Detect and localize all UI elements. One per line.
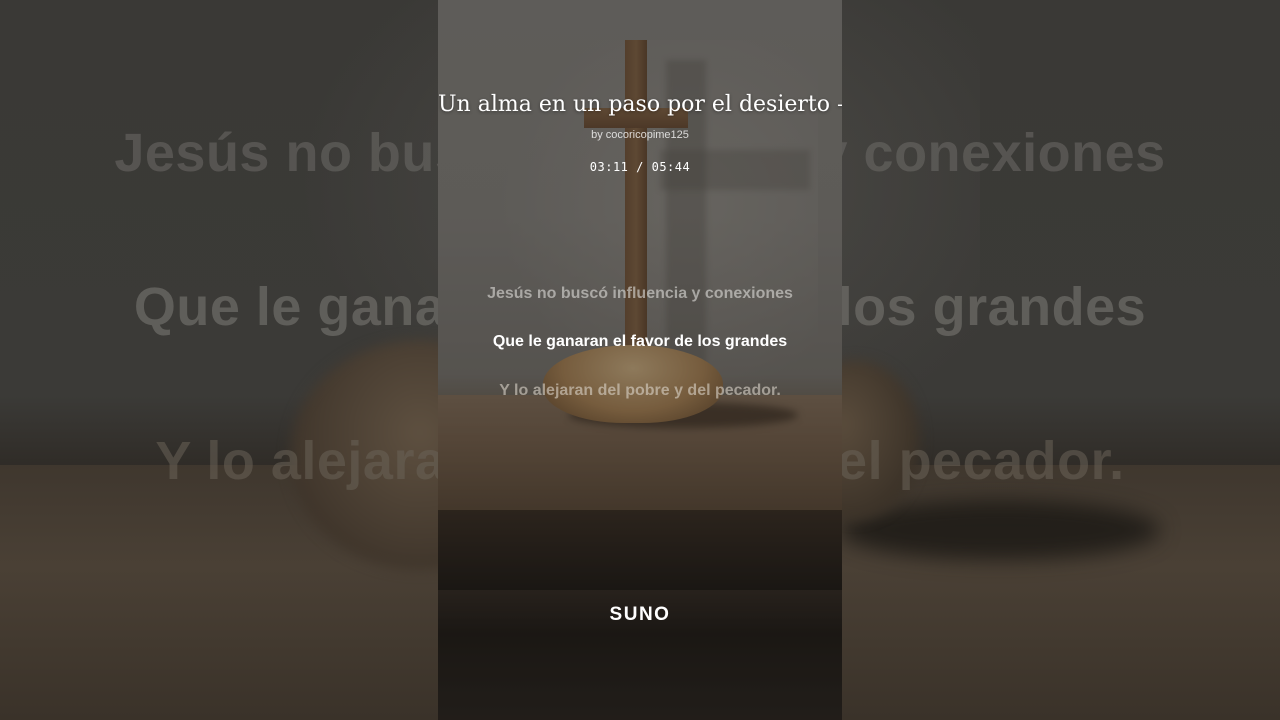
total-time: 05:44 (651, 160, 691, 174)
lyric-previous: Jesús no buscó influencia y conexiones (487, 285, 793, 302)
background-shadow (840, 500, 1160, 560)
time-separator: / (636, 160, 644, 174)
song-title: Un alma en un paso por el desierto – Pad… (438, 92, 842, 117)
suno-logo[interactable]: SUNO (438, 604, 842, 626)
lyric-next: Y lo alejaran del pobre y del pecador. (499, 382, 781, 399)
artist-byline[interactable]: by cocoricopime125 (438, 129, 842, 141)
playback-time: 03:11 / 05:44 (438, 160, 842, 174)
player-panel: Un alma en un paso por el desierto – Pad… (438, 0, 842, 720)
lyric-current: Que le ganaran el favor de los grandes (492, 333, 788, 350)
current-time: 03:11 (589, 160, 629, 174)
